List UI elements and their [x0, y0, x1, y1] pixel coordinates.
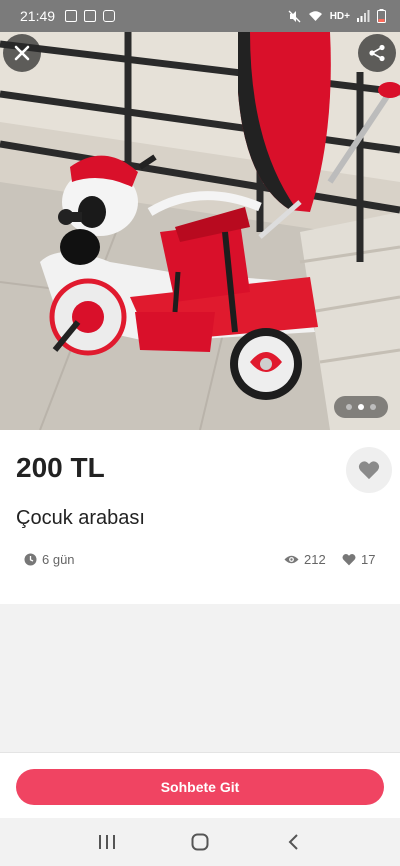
listing-photo[interactable] — [0, 32, 400, 430]
listing-age: 6 gün — [24, 552, 75, 567]
photo-pager — [334, 396, 388, 418]
network-type: HD+ — [329, 10, 350, 22]
listing-likes: 17 — [342, 552, 375, 567]
eye-icon — [284, 555, 299, 564]
listing-views: 212 — [284, 552, 326, 567]
close-button[interactable] — [3, 34, 41, 72]
pager-dot[interactable] — [370, 404, 376, 410]
mute-icon — [288, 10, 301, 22]
clock-icon — [24, 553, 37, 566]
heart-small-icon — [342, 553, 356, 566]
wifi-icon — [308, 11, 322, 21]
calendar-icon — [84, 10, 97, 22]
app-icon — [103, 10, 116, 22]
listing-title: Çocuk arabası — [16, 507, 145, 529]
listing-views-count: 212 — [304, 552, 326, 567]
image-icon — [65, 10, 78, 22]
favorite-button[interactable] — [346, 447, 392, 493]
close-icon — [14, 45, 30, 61]
pager-dot-active[interactable] — [358, 404, 364, 410]
status-indicators: HD+ — [288, 9, 386, 23]
home-icon — [191, 833, 209, 851]
recents-icon — [98, 835, 115, 849]
listing-detail-screen: 21:49 HD+ 200 TL Çocuk arabası 6 gün 212… — [0, 0, 400, 866]
heart-icon — [358, 461, 380, 480]
listing-age-text: 6 gün — [42, 552, 75, 567]
bottom-action-bar: Sohbete Git — [0, 752, 400, 818]
listing-info: 200 TL Çocuk arabası 6 gün 212 17 — [0, 430, 400, 604]
listing-likes-count: 17 — [361, 552, 376, 567]
chat-button[interactable]: Sohbete Git — [16, 769, 384, 805]
home-button[interactable] — [180, 822, 220, 862]
listing-price: 200 TL — [16, 452, 105, 483]
battery-icon — [377, 9, 386, 23]
back-icon — [288, 834, 299, 850]
back-button[interactable] — [273, 822, 313, 862]
share-button[interactable] — [358, 34, 396, 72]
system-nav-bar — [0, 818, 400, 866]
recents-button[interactable] — [87, 822, 127, 862]
share-icon — [369, 44, 385, 62]
signal-icon — [357, 10, 370, 22]
pager-dot[interactable] — [346, 404, 352, 410]
child-tricycle-image — [0, 32, 400, 430]
status-time: 21:49 — [20, 8, 56, 24]
status-bar: 21:49 HD+ — [0, 0, 400, 32]
